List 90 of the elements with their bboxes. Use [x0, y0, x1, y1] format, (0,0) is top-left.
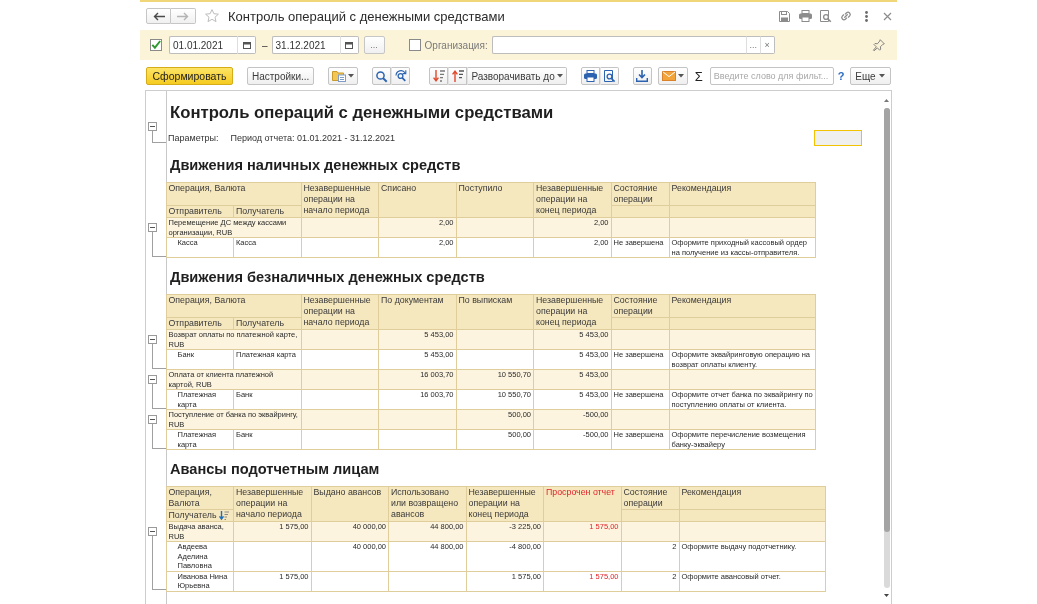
checkbox[interactable] [408, 39, 421, 51]
column-header: Операция, Валюта [166, 182, 301, 206]
filter-search-field[interactable]: Введите слово для фильт... [709, 67, 834, 85]
window-title: Контроль операций с денежными средствами [228, 8, 505, 24]
send-mail-button[interactable] [657, 67, 688, 85]
sum-button[interactable]: Σ [694, 68, 703, 84]
column-label: Получатель [168, 510, 217, 521]
caret-icon [348, 74, 355, 78]
column-header: Использовано или возвращено авансов [388, 486, 466, 522]
back-button[interactable] [146, 8, 171, 24]
column-header: Списано [378, 182, 456, 218]
more-icon[interactable] [865, 10, 868, 22]
calendar-icon [345, 41, 354, 49]
report-period: Период отчета: 01.01.2021 - 31.12.2021 [230, 133, 395, 143]
report-title: Контроль операций с денежными средствами [170, 103, 555, 123]
calendar-button[interactable] [237, 36, 256, 54]
column-header: Рекомендация [669, 294, 815, 318]
expand-button[interactable]: Разворачивать до [467, 67, 567, 85]
calendar-icon [242, 41, 251, 49]
search-button[interactable] [372, 67, 392, 85]
sort-descending-icon [432, 70, 445, 82]
column-header: Операция, Валюта [166, 486, 234, 510]
caret-icon [556, 74, 563, 78]
date-separator: – [262, 39, 268, 51]
print-icon [583, 70, 597, 82]
print-button[interactable] [580, 67, 600, 85]
collapse-icon[interactable] [148, 222, 157, 232]
collapse-icon[interactable] [148, 526, 157, 536]
section-heading: Движения наличных денежных средств [170, 156, 462, 174]
period-choice-button[interactable]: ... [363, 36, 385, 54]
print-preview-icon[interactable] [820, 10, 831, 22]
pin-icon[interactable] [873, 39, 885, 51]
search-icon [376, 70, 388, 82]
collapse-icon[interactable] [148, 334, 157, 344]
search-arrows-icon [394, 70, 407, 82]
column-header: Состояние операции [621, 486, 679, 510]
sort-descending-button[interactable] [429, 67, 449, 85]
sort-ascending-icon [451, 70, 464, 82]
organization-field[interactable] [491, 36, 746, 54]
star-icon[interactable] [205, 9, 219, 23]
sort-ascending-button[interactable] [448, 67, 468, 85]
column-header: Просрочен отчет [543, 486, 621, 522]
column-header: Состояние операции [611, 182, 669, 206]
scroll-down-icon[interactable] [884, 594, 889, 597]
column-header: Операция, Валюта [166, 294, 301, 318]
column-header: Незавершенные операции на конец периода [533, 294, 611, 330]
column-header: Незавершенные операции на начало периода [301, 294, 379, 330]
print-preview-icon [603, 70, 615, 82]
section-heading: Авансы подотчетным лицам [170, 460, 381, 478]
print-icon[interactable] [799, 10, 812, 22]
more-button[interactable]: Еще [849, 67, 891, 85]
help-button[interactable]: ? [837, 70, 845, 82]
sort-icon[interactable] [218, 511, 229, 520]
section-heading: Движения безналичных денежных средств [170, 268, 486, 286]
forward-arrow-icon [177, 11, 189, 21]
column-header: Рекомендация [669, 182, 815, 206]
back-arrow-icon [152, 11, 165, 21]
column-header: По документам [378, 294, 456, 330]
date-field[interactable]: 31.12.2021 [271, 36, 340, 54]
search-arrows-button[interactable] [391, 67, 411, 85]
date-field[interactable]: 01.01.2021 [169, 36, 237, 54]
save-icon[interactable] [779, 10, 790, 22]
column-header: Поступило [456, 182, 534, 218]
column-header: Выдано авансов [311, 486, 389, 522]
column-header: Рекомендация [679, 486, 825, 510]
column-header: Незавершенные операции на конец периода [533, 182, 611, 218]
download-button[interactable] [632, 67, 652, 85]
download-icon [636, 70, 649, 82]
caret-icon [878, 74, 885, 78]
column-header: Незавершенные операции на начало периода [233, 486, 311, 522]
column-header: По выпискам [456, 294, 534, 330]
link-icon[interactable] [840, 10, 852, 22]
scroll-up-icon[interactable] [884, 99, 889, 102]
organization-label: Организация: [424, 39, 488, 51]
collapse-icon[interactable] [148, 374, 157, 384]
column-header: Незавершенные операции на начало периода [301, 182, 379, 218]
parameters-label: Параметры: [168, 133, 219, 143]
column-header: Состояние операции [611, 294, 669, 318]
caret-icon [677, 74, 684, 78]
collapse-icon[interactable] [148, 122, 157, 131]
envelope-icon [661, 71, 676, 81]
generate-button[interactable]: Сформировать [146, 67, 233, 85]
column-header: Незавершенные операции на конец периода [466, 486, 544, 522]
settings-button[interactable]: Настройки... [247, 67, 315, 85]
print-preview-button[interactable] [599, 67, 619, 85]
close-icon[interactable] [884, 12, 891, 20]
variants-button[interactable] [328, 67, 359, 85]
folder-icon [332, 70, 347, 82]
checkbox[interactable] [150, 39, 162, 51]
collapse-icon[interactable] [148, 414, 157, 424]
